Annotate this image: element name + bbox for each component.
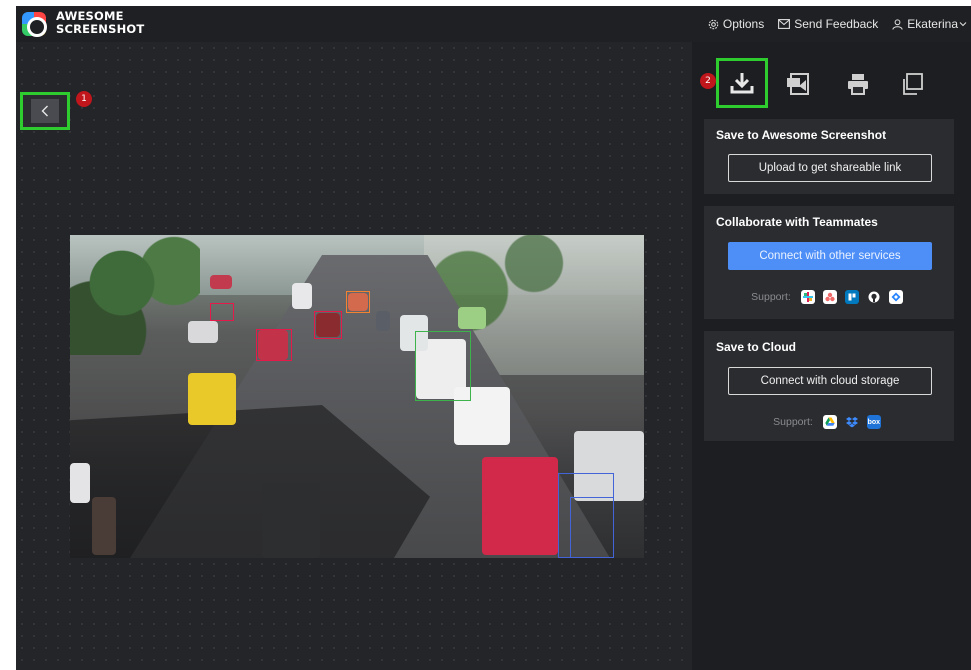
detection-box — [570, 497, 614, 558]
save-to-cloud-title: Save to Cloud — [716, 340, 797, 354]
options-label: Options — [722, 17, 765, 31]
cloud-support-row: Support: box — [704, 415, 954, 429]
box-icon-text: box — [867, 418, 881, 426]
step-badge-2: 2 — [700, 73, 716, 89]
download-button[interactable] — [716, 58, 768, 108]
image-car — [188, 373, 236, 425]
app-logo-text: AWESOME SCREENSHOT — [56, 10, 144, 36]
upload-shareable-link-button[interactable]: Upload to get shareable link — [728, 154, 932, 182]
print-button[interactable] — [832, 59, 884, 109]
image-car — [92, 497, 116, 555]
user-name: Ekaterina — [907, 17, 958, 31]
send-feedback-label: Send Feedback — [794, 17, 879, 31]
github-icon — [867, 290, 881, 304]
chevron-down-icon — [959, 22, 967, 27]
box-icon: box — [866, 415, 881, 429]
collaborate-title: Collaborate with Teammates — [716, 215, 878, 229]
header-actions: Options Send Feedback Ekaterina — [694, 6, 971, 42]
pdf-icon — [787, 73, 809, 95]
detection-box — [210, 303, 234, 321]
user-icon — [892, 18, 903, 30]
step-badge-1: 1 — [76, 91, 92, 107]
logo-line-2: SCREENSHOT — [56, 22, 145, 36]
asana-icon — [822, 290, 837, 304]
jira-icon — [888, 290, 903, 304]
printer-icon — [848, 74, 868, 95]
image-car — [210, 275, 232, 289]
back-button-inner — [31, 99, 59, 123]
collab-support-row: Support: — [704, 290, 954, 304]
options-button[interactable]: Options — [708, 17, 764, 31]
mail-icon — [778, 19, 791, 29]
user-menu[interactable]: Ekaterina — [892, 17, 971, 31]
collaborate-card: Collaborate with Teammates Connect with … — [704, 206, 954, 319]
awesome-screenshot-logo-icon — [22, 12, 47, 37]
image-car — [376, 311, 390, 331]
slack-icon — [800, 290, 815, 304]
image-car — [262, 483, 320, 558]
copy-icon — [903, 73, 923, 95]
screenshot-image — [70, 235, 644, 558]
download-icon — [730, 73, 754, 94]
save-to-awesome-title: Save to Awesome Screenshot — [716, 128, 887, 142]
google-drive-icon — [822, 415, 837, 429]
detection-box — [256, 329, 292, 361]
connect-cloud-storage-button[interactable]: Connect with cloud storage — [728, 367, 932, 395]
top-bar: AWESOME SCREENSHOT Options Send Feedback… — [16, 6, 971, 42]
save-pdf-button[interactable] — [772, 59, 824, 109]
image-car — [188, 321, 218, 343]
image-car — [70, 463, 90, 503]
editor-canvas: 1 — [16, 42, 692, 670]
copy-button[interactable] — [886, 59, 938, 109]
save-to-awesome-card: Save to Awesome Screenshot Upload to get… — [704, 119, 954, 194]
gear-icon — [708, 19, 719, 29]
app-window: AWESOME SCREENSHOT Options Send Feedback… — [16, 6, 971, 670]
image-car — [458, 307, 486, 329]
export-toolbar: 2 — [692, 42, 971, 114]
save-to-cloud-card: Save to Cloud Connect with cloud storage… — [704, 331, 954, 441]
detection-box — [314, 311, 342, 339]
trello-icon — [844, 290, 859, 304]
back-button[interactable] — [20, 92, 70, 130]
image-car — [482, 457, 558, 555]
connect-other-services-button[interactable]: Connect with other services — [728, 242, 932, 270]
image-car — [292, 283, 312, 309]
collab-support-label: Support: — [751, 291, 791, 303]
image-trees-left — [70, 235, 200, 355]
detection-box — [346, 291, 370, 313]
export-panel: 2 Save to Awesome Screenshot Upload to g… — [692, 42, 971, 670]
send-feedback-button[interactable]: Send Feedback — [778, 17, 878, 31]
cloud-support-label: Support: — [773, 416, 813, 428]
chevron-left-icon — [41, 105, 48, 117]
detection-box — [415, 331, 471, 401]
dropbox-icon — [845, 415, 859, 429]
